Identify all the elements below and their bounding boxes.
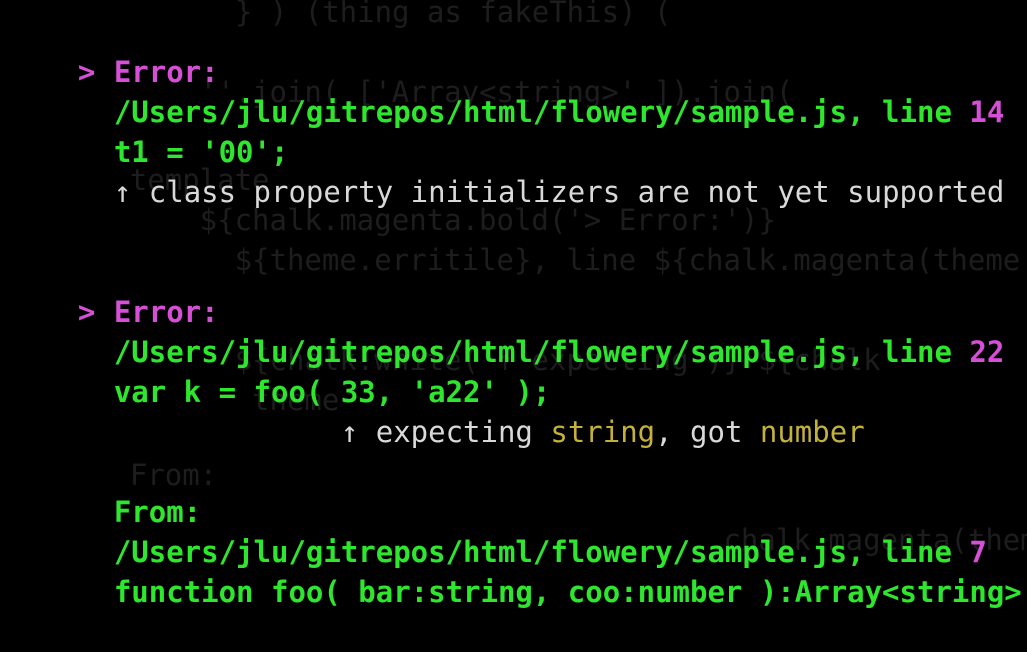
caret-up-icon: ↑	[113, 175, 132, 209]
terminal-output: > Error: /Users/jlu/gitrepos/html/flowery…	[8, 12, 1027, 609]
error-label: Error:	[113, 295, 219, 329]
code-snippet: var k = foo( 33, 'a22' );	[113, 375, 551, 409]
error-header: > Error:	[8, 252, 1027, 329]
prompt-glyph: >	[77, 55, 96, 89]
code-snippet: function foo( bar:string, coo:number ):A…	[113, 575, 1027, 609]
file-path: /Users/jlu/gitrepos/html/flowery/sample.…	[113, 335, 970, 369]
error-label: Error:	[113, 55, 219, 89]
from-label: From:	[113, 495, 202, 529]
line-number: 22	[969, 335, 1005, 369]
caret-up-icon: ↑	[340, 415, 359, 449]
line-number: 7	[969, 535, 987, 569]
error-message-text: expecting	[358, 415, 551, 449]
error-message-text: class property initializers are not yet …	[131, 175, 1005, 209]
code-snippet: t1 = '00';	[113, 135, 289, 169]
expected-type: string	[550, 415, 656, 449]
prompt-glyph: >	[77, 295, 96, 329]
file-path: /Users/jlu/gitrepos/html/flowery/sample.…	[113, 535, 970, 569]
line-number: 14	[969, 95, 1005, 129]
error-header: > Error:	[8, 12, 1027, 89]
caret-padding	[114, 415, 341, 449]
from-header: From:	[8, 452, 1027, 529]
file-path: /Users/jlu/gitrepos/html/flowery/sample.…	[113, 95, 970, 129]
actual-type: number	[759, 415, 865, 449]
error-message-text: , got	[655, 415, 760, 449]
